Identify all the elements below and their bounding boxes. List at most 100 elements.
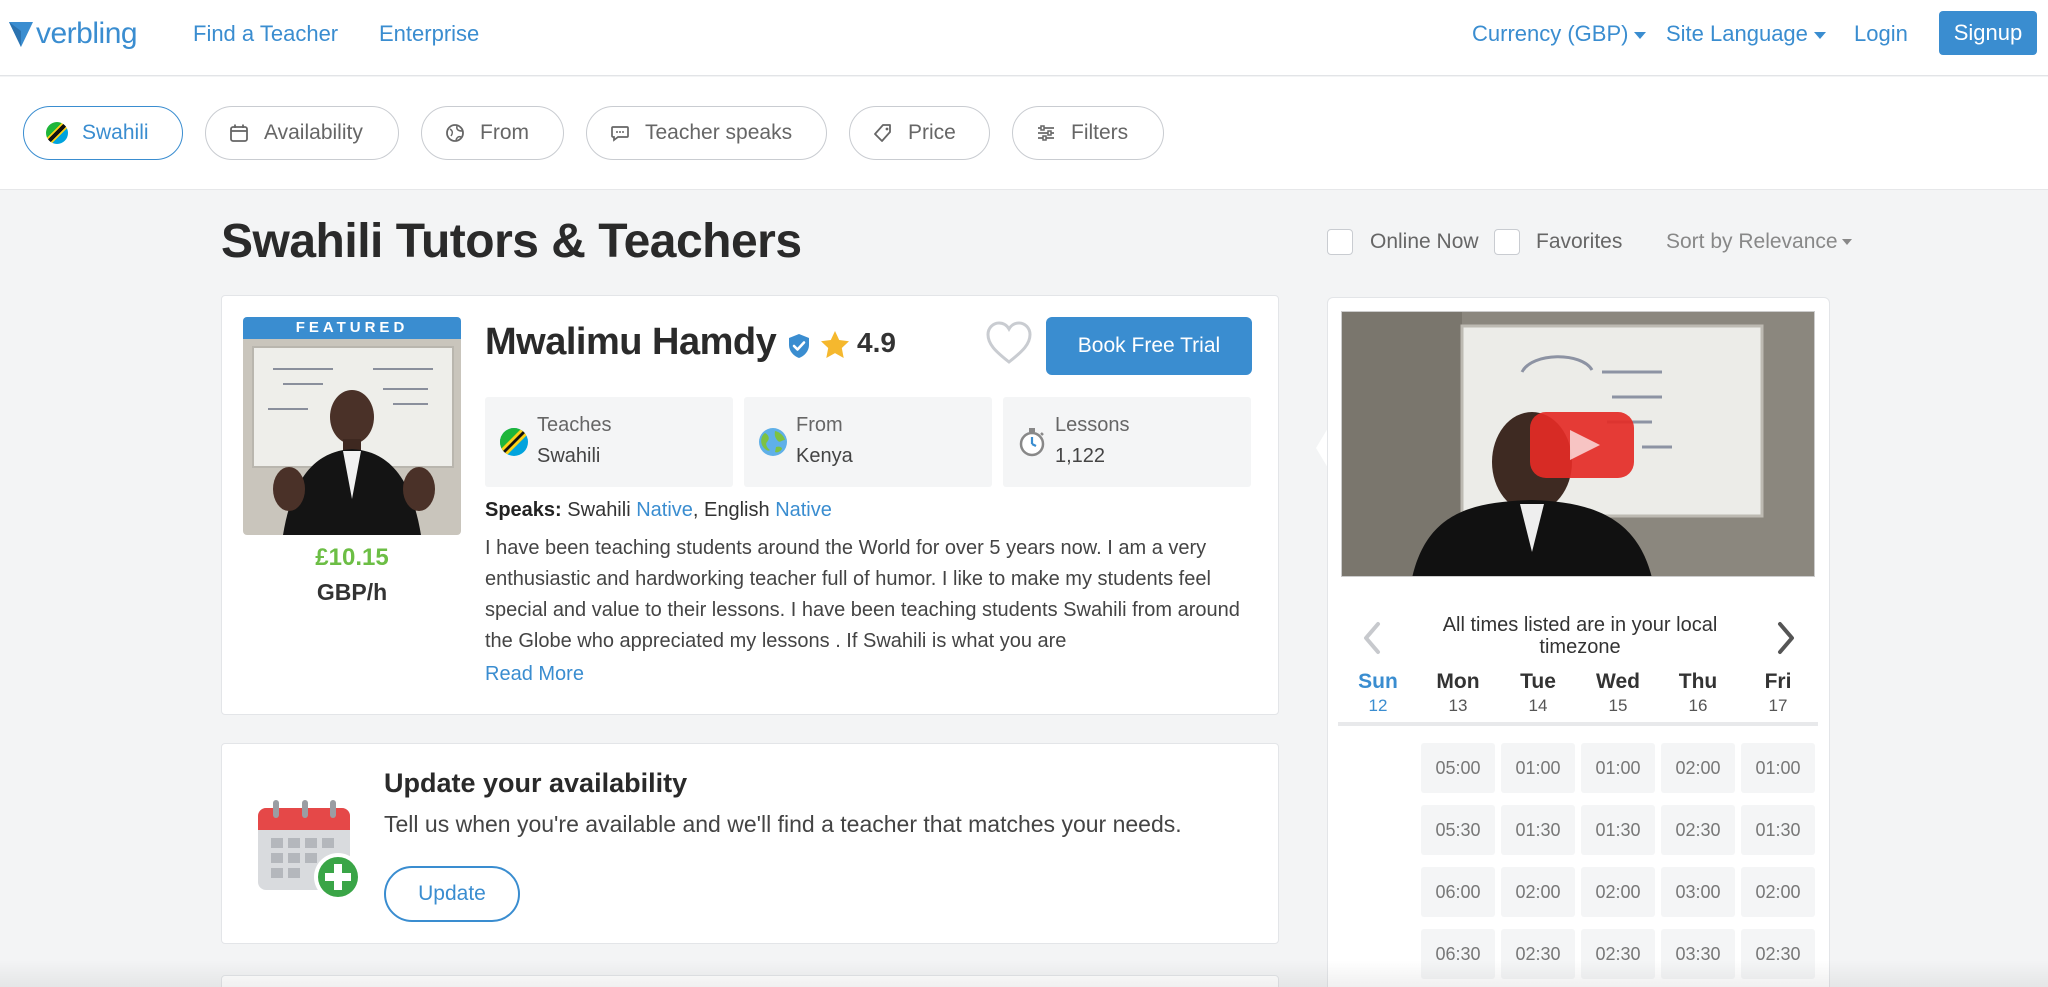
favorites-label[interactable]: Favorites <box>1536 229 1622 255</box>
day-name: Sun <box>1358 670 1398 693</box>
teacher-card: FEATURED £10.15 GBP/h Mwalimu Hamdy 4.9 … <box>221 295 1279 715</box>
next-teacher-card <box>221 975 1279 987</box>
day-date: 13 <box>1448 696 1468 715</box>
read-more-link[interactable]: Read More <box>485 663 584 686</box>
filter-more-label: Filters <box>1071 121 1129 144</box>
lessons-info: Lessons 1,122 <box>1003 397 1251 487</box>
filter-price-chip[interactable]: Price <box>849 106 990 160</box>
sliders-icon <box>1035 122 1057 144</box>
day-name: Thu <box>1678 670 1718 693</box>
day-date: 15 <box>1608 696 1628 715</box>
speaks-level-2: Native <box>775 499 832 521</box>
time-slot[interactable]: 01:30 <box>1741 805 1815 855</box>
day-name: Wed <box>1596 670 1640 693</box>
from-info: From Kenya <box>744 397 992 487</box>
filter-availability-chip[interactable]: Availability <box>205 106 399 160</box>
time-slot[interactable]: 03:00 <box>1661 867 1735 917</box>
login-link[interactable]: Login <box>1854 20 1908 48</box>
update-availability-button[interactable]: Update <box>384 866 520 922</box>
star-icon <box>821 331 849 358</box>
filter-from-label: From <box>480 121 529 144</box>
price-unit: GBP/h <box>316 579 388 605</box>
time-slot[interactable]: 05:30 <box>1421 805 1495 855</box>
sort-label: Sort by Relevance <box>1666 230 1838 253</box>
time-slot[interactable]: 02:30 <box>1501 929 1575 979</box>
teacher-rating: 4.9 <box>857 327 896 358</box>
time-slot[interactable]: 02:00 <box>1501 867 1575 917</box>
globe-icon <box>444 122 466 144</box>
speaks-language-1: Swahili <box>567 499 631 521</box>
day-date: 12 <box>1368 696 1388 715</box>
teaches-info: Teaches Swahili <box>485 397 733 487</box>
day-column-mon: Mon 13 <box>1420 670 1496 716</box>
time-slot[interactable]: 05:00 <box>1421 743 1495 793</box>
filter-more-chip[interactable]: Filters <box>1012 106 1164 160</box>
teacher-name[interactable]: Mwalimu Hamdy <box>485 321 777 364</box>
day-date: 17 <box>1768 696 1788 715</box>
day-name: Tue <box>1520 670 1556 693</box>
day-column-wed: Wed 15 <box>1580 670 1656 716</box>
site-language-dropdown[interactable]: Site Language <box>1666 20 1826 48</box>
next-week-arrow-icon[interactable] <box>1774 618 1800 658</box>
time-slot[interactable]: 02:30 <box>1741 929 1815 979</box>
filter-bar: Swahili Availability From Teacher speaks… <box>0 77 2048 190</box>
verified-badge-icon <box>789 334 809 358</box>
time-slot[interactable]: 02:00 <box>1581 867 1655 917</box>
intro-video[interactable] <box>1341 311 1815 577</box>
online-now-checkbox[interactable] <box>1327 229 1353 255</box>
chevron-down-icon <box>1841 239 1852 246</box>
filter-language-label: Swahili <box>82 121 149 144</box>
from-label: From <box>796 414 843 436</box>
currency-dropdown[interactable]: Currency (GBP) <box>1472 20 1647 48</box>
time-slot[interactable]: 01:00 <box>1741 743 1815 793</box>
time-slot[interactable]: 06:00 <box>1421 867 1495 917</box>
time-slot[interactable]: 02:30 <box>1581 929 1655 979</box>
time-slot[interactable]: 01:00 <box>1581 743 1655 793</box>
lessons-label: Lessons <box>1055 414 1130 436</box>
time-slot[interactable]: 03:30 <box>1661 929 1735 979</box>
filter-from-chip[interactable]: From <box>421 106 564 160</box>
from-value: Kenya <box>796 445 853 467</box>
page-title: Swahili Tutors & Teachers <box>221 215 802 268</box>
chevron-down-icon <box>1634 31 1647 39</box>
favorites-checkbox[interactable] <box>1494 229 1520 255</box>
filter-availability-label: Availability <box>264 121 363 144</box>
speaks-label: Speaks: <box>485 499 562 521</box>
nav-find-teacher[interactable]: Find a Teacher <box>193 20 338 48</box>
filter-language-chip[interactable]: Swahili <box>23 106 183 160</box>
time-slot[interactable]: 02:30 <box>1661 805 1735 855</box>
day-name: Mon <box>1436 670 1480 693</box>
time-slot[interactable]: 02:00 <box>1661 743 1735 793</box>
filter-teacher-speaks-label: Teacher speaks <box>645 121 793 144</box>
time-slot[interactable]: 06:30 <box>1421 929 1495 979</box>
availability-text: Tell us when you're available and we'll … <box>384 811 1182 837</box>
tanzania-flag-icon <box>500 428 528 456</box>
book-free-trial-button[interactable]: Book Free Trial <box>1046 317 1252 375</box>
sort-dropdown[interactable]: Sort by Relevance <box>1666 229 1852 255</box>
time-slot[interactable]: 01:30 <box>1501 805 1575 855</box>
price-tag-icon <box>872 122 894 144</box>
speaks-row: Speaks: Swahili Native, English Native <box>485 499 832 522</box>
time-slot[interactable]: 02:00 <box>1741 867 1815 917</box>
day-column-sun: Sun 12 <box>1340 670 1416 716</box>
day-column-thu: Thu 16 <box>1660 670 1736 716</box>
nav-enterprise[interactable]: Enterprise <box>379 20 479 48</box>
teaches-value: Swahili <box>537 445 601 467</box>
time-slot[interactable]: 01:30 <box>1581 805 1655 855</box>
update-availability-card: Update your availability Tell us when yo… <box>221 743 1279 944</box>
online-now-label[interactable]: Online Now <box>1370 229 1479 255</box>
filter-teacher-speaks-chip[interactable]: Teacher speaks <box>586 106 827 160</box>
teacher-photo[interactable]: FEATURED <box>243 317 461 535</box>
chevron-down-icon <box>1813 31 1826 39</box>
teacher-photo-image <box>243 339 461 535</box>
favorite-heart-icon[interactable] <box>985 320 1033 366</box>
time-slot[interactable]: 01:00 <box>1501 743 1575 793</box>
day-name: Fri <box>1764 670 1792 693</box>
signup-button[interactable]: Signup <box>1939 11 2037 55</box>
verbling-logo[interactable]: verbling <box>8 14 138 54</box>
top-navbar: verbling Find a Teacher Enterprise Curre… <box>0 0 2048 76</box>
featured-badge: FEATURED <box>243 317 461 339</box>
teacher-bio: I have been teaching students around the… <box>485 537 1240 652</box>
previous-week-arrow-icon[interactable] <box>1358 618 1384 658</box>
globe-icon <box>759 428 787 456</box>
